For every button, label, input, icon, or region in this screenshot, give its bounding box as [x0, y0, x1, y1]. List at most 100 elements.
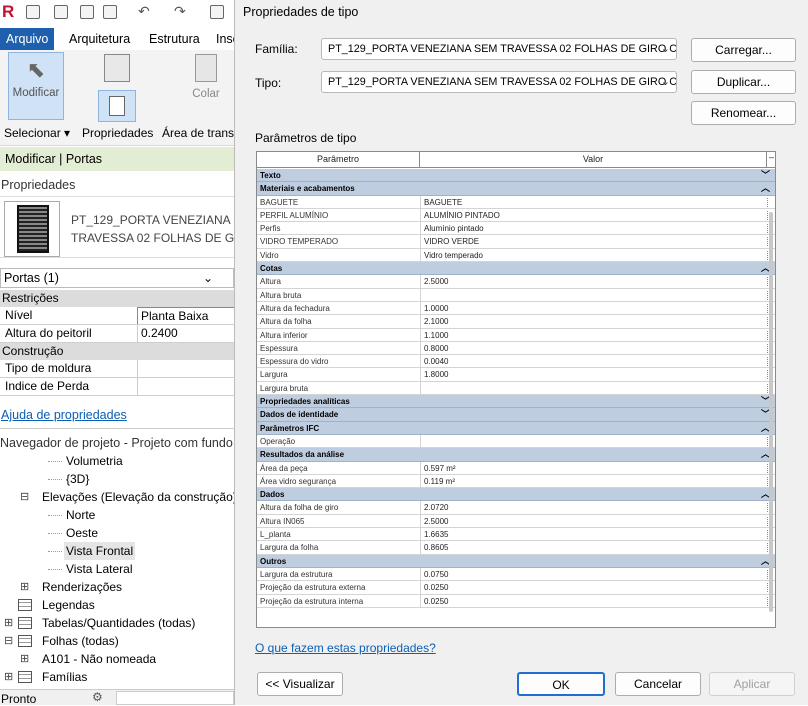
- parameter-row[interactable]: Área da peça 0.597 m²: [257, 461, 775, 475]
- parameter-row[interactable]: L_planta 1.6635: [257, 528, 775, 542]
- preview-button[interactable]: << Visualizar: [257, 672, 343, 696]
- type-selector[interactable]: PT_129_PORTA VENEZIANA SEM TRAVESSA 02 F…: [0, 196, 259, 258]
- formula-cell[interactable]: [767, 197, 773, 207]
- parameter-value[interactable]: 0.119 m²: [420, 474, 770, 488]
- property-row[interactable]: Tipo de moldura: [0, 360, 234, 378]
- tree-item[interactable]: ⊞ Famílias: [0, 668, 234, 686]
- property-value[interactable]: Planta Baixa: [137, 307, 234, 324]
- duplicate-button[interactable]: Duplicar...: [691, 70, 796, 94]
- expand-icon[interactable]: ⊞: [4, 614, 13, 632]
- expand-icon[interactable]: ⊞: [20, 578, 29, 596]
- parameter-value[interactable]: ALUMÍNIO PINTADO: [420, 208, 770, 222]
- parameter-value[interactable]: 0.0750: [420, 567, 770, 581]
- parameter-value[interactable]: 0.8000: [420, 341, 770, 355]
- parameter-value[interactable]: 0.0040: [420, 355, 770, 369]
- parameter-group-header[interactable]: Dados ︿: [257, 488, 775, 502]
- gear-icon[interactable]: ⚙: [92, 690, 103, 704]
- type-select[interactable]: PT_129_PORTA VENEZIANA SEM TRAVESSA 02 F…: [321, 71, 677, 93]
- parameter-value[interactable]: 1.1000: [420, 328, 770, 342]
- collapse-icon[interactable]: ⊟: [20, 488, 29, 506]
- tab-arquitetura[interactable]: Arquitetura: [63, 28, 136, 50]
- tab-estrutura[interactable]: Estrutura: [143, 28, 206, 50]
- parameter-row[interactable]: Área vidro segurança 0.119 m²: [257, 474, 775, 489]
- parameter-value[interactable]: 0.0250: [420, 581, 770, 595]
- print-icon[interactable]: [210, 5, 224, 19]
- property-row[interactable]: Nível Planta Baixa: [0, 307, 234, 325]
- parameter-row[interactable]: VIDRO TEMPERADO VIDRO VERDE: [257, 235, 775, 249]
- parameter-row[interactable]: Projeção da estrutura externa 0.0250: [257, 581, 775, 595]
- parameter-value[interactable]: BAGUETE: [420, 195, 770, 209]
- parameter-group-header[interactable]: Propriedades analíticas ﹀: [257, 395, 775, 409]
- tree-item[interactable]: Vista Lateral: [0, 560, 234, 578]
- collapse-icon[interactable]: ⊟: [4, 632, 13, 650]
- tree-item[interactable]: ⊞ Tabelas/Quantidades (todas): [0, 614, 234, 632]
- tree-item[interactable]: Norte: [0, 506, 234, 524]
- parameter-value[interactable]: 1.0000: [420, 301, 770, 315]
- rename-button[interactable]: Renomear...: [691, 101, 796, 125]
- tree-item[interactable]: ⊟ Elevações (Elevação da construção): [0, 488, 237, 506]
- parameter-group-header[interactable]: Outros ︿: [257, 554, 775, 568]
- tree-item[interactable]: Volumetria: [0, 452, 234, 470]
- parameter-group-header[interactable]: Parâmetros IFC ︿: [257, 421, 775, 435]
- instance-filter[interactable]: Portas (1) ⌄: [0, 268, 234, 288]
- parameter-row[interactable]: Altura IN065 2.5000: [257, 514, 775, 529]
- load-button[interactable]: Carregar...: [691, 38, 796, 62]
- parameter-row[interactable]: Altura da folha 2.1000: [257, 315, 775, 329]
- parameter-group-header[interactable]: Resultados da análise ︿: [257, 448, 775, 462]
- parameter-value[interactable]: 2.0720: [420, 501, 770, 515]
- ok-button[interactable]: OK: [517, 672, 605, 696]
- undo-icon[interactable]: ↶: [138, 3, 150, 20]
- parameter-value[interactable]: [420, 434, 770, 448]
- section-restricoes[interactable]: Restrições: [0, 290, 234, 307]
- parameter-row[interactable]: Largura da folha 0.8605: [257, 541, 775, 555]
- parameter-row[interactable]: Perfis Alumínio pintado: [257, 222, 775, 236]
- select-menu[interactable]: Selecionar ▾: [4, 126, 70, 140]
- property-value[interactable]: 0.2400: [137, 325, 178, 342]
- tab-arquivo[interactable]: Arquivo: [0, 28, 55, 50]
- tree-item[interactable]: ⊞ A101 - Não nomeada: [0, 650, 234, 668]
- column-parametro[interactable]: Parâmetro: [257, 152, 420, 167]
- parameter-value[interactable]: 0.0250: [420, 594, 770, 608]
- property-value[interactable]: [137, 360, 143, 377]
- apply-button[interactable]: Aplicar: [709, 672, 795, 696]
- parameter-value[interactable]: 2.5000: [420, 514, 770, 528]
- parameter-value[interactable]: 0.8605: [420, 541, 770, 555]
- parameter-row[interactable]: Espessura 0.8000: [257, 341, 775, 356]
- tree-item[interactable]: Oeste: [0, 524, 234, 542]
- property-value[interactable]: [137, 378, 143, 395]
- type-properties-icon[interactable]: [100, 54, 134, 84]
- parameter-row[interactable]: Altura 2.5000: [257, 275, 775, 289]
- section-construcao[interactable]: Construção: [0, 343, 234, 360]
- parameter-value[interactable]: Vidro temperado: [420, 248, 770, 262]
- tree-item[interactable]: Legendas: [0, 596, 234, 614]
- cancel-button[interactable]: Cancelar: [615, 672, 701, 696]
- parameter-row[interactable]: Altura da fechadura 1.0000: [257, 301, 775, 316]
- parameter-row[interactable]: Largura 1.8000: [257, 368, 775, 382]
- grid-scrollbar[interactable]: [769, 212, 773, 612]
- revit-logo[interactable]: R: [2, 3, 18, 21]
- parameter-value[interactable]: Alumínio pintado: [420, 222, 770, 236]
- tree-item[interactable]: ⊞ Renderizações: [0, 578, 234, 596]
- parameter-row[interactable]: Largura bruta: [257, 381, 775, 396]
- dialog-help-link[interactable]: O que fazem estas propriedades?: [255, 641, 436, 655]
- parameter-row[interactable]: Espessura do vidro 0.0040: [257, 355, 775, 369]
- parameter-group-header[interactable]: Dados de identidade ﹀: [257, 408, 775, 422]
- parameter-group-header[interactable]: Cotas ︿: [257, 262, 775, 276]
- paste-button[interactable]: Colar: [186, 54, 226, 106]
- open-icon[interactable]: [54, 5, 68, 19]
- parameter-value[interactable]: VIDRO VERDE: [420, 235, 770, 249]
- parameter-value[interactable]: 1.8000: [420, 368, 770, 382]
- parameter-row[interactable]: Vidro Vidro temperado: [257, 248, 775, 263]
- property-row[interactable]: Altura do peitoril 0.2400: [0, 325, 234, 343]
- tree-item[interactable]: {3D}: [0, 470, 234, 488]
- parameter-group-header[interactable]: Texto ﹀: [257, 169, 775, 183]
- parameter-value[interactable]: 0.597 m²: [420, 461, 770, 475]
- parameter-value[interactable]: [420, 381, 770, 395]
- expand-icon[interactable]: ⊞: [20, 650, 29, 668]
- parameter-row[interactable]: Altura inferior 1.1000: [257, 328, 775, 342]
- parameter-value[interactable]: 2.5000: [420, 275, 770, 289]
- expand-icon[interactable]: ﹀: [761, 169, 770, 182]
- parameter-row[interactable]: Projeção da estrutura interna 0.0250: [257, 594, 775, 608]
- properties-help-link[interactable]: Ajuda de propriedades: [1, 408, 127, 422]
- family-select[interactable]: PT_129_PORTA VENEZIANA SEM TRAVESSA 02 F…: [321, 38, 677, 60]
